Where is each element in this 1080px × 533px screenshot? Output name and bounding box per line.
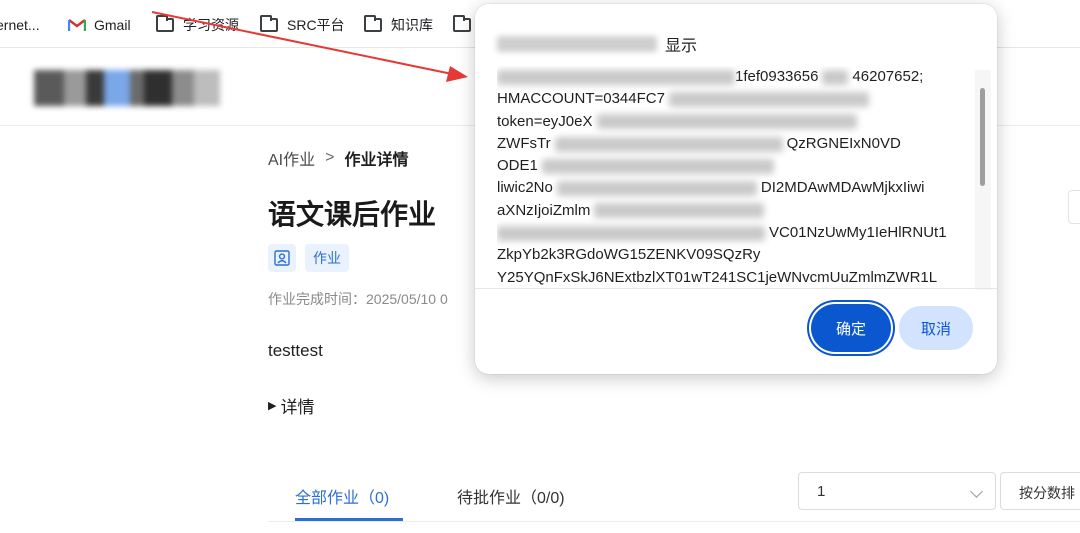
assignment-description: testtest xyxy=(268,341,323,360)
cancel-button[interactable]: 取消 xyxy=(899,306,973,350)
chevron-down-icon xyxy=(970,485,983,498)
ok-button[interactable]: 确定 xyxy=(811,304,891,352)
breadcrumb-current: 作业详情 xyxy=(344,152,409,169)
bookmark-gmail[interactable]: Gmail xyxy=(68,14,131,36)
breadcrumb: AI作业 > 作业详情 xyxy=(268,146,408,170)
message-line: HMACCOUNT=0344FC7 xyxy=(497,88,963,110)
message-line: Y25YQnFxSkJ6NExtbzlXT01wT241SC1jeWNvcmUu… xyxy=(497,268,938,286)
bookmark-folder[interactable]: SRC平台 xyxy=(260,14,345,36)
bookmark-label: ernet... xyxy=(0,17,40,33)
dialog-title: 显示 xyxy=(497,32,697,56)
message-line: token=eyJ0eX xyxy=(497,111,963,133)
dialog-scrollbar[interactable] xyxy=(975,70,991,290)
folder-icon xyxy=(453,15,471,32)
bookmark-label: 学习资源 xyxy=(183,17,239,33)
assignment-tag: 作业 xyxy=(305,244,349,272)
select-value: 1 xyxy=(817,483,826,500)
tab-pending-assignments[interactable]: 待批作业（0/0) xyxy=(457,484,565,508)
bookmark-label: Gmail xyxy=(94,17,131,33)
breadcrumb-parent[interactable]: AI作业 xyxy=(268,146,315,170)
site-logo[interactable] xyxy=(34,70,220,106)
folder-icon xyxy=(260,15,278,32)
side-panel-edge[interactable] xyxy=(1068,190,1080,224)
dialog-message: 1fef0933656 46207652; HMACCOUNT=0344FC7 … xyxy=(497,66,963,288)
dialog-title-suffix: 显示 xyxy=(665,38,698,55)
user-card-icon xyxy=(274,250,290,266)
bookmark-label: SRC平台 xyxy=(287,17,345,33)
breadcrumb-separator: > xyxy=(325,149,335,166)
assignment-type-icon xyxy=(268,244,296,272)
sort-by-score-button[interactable]: 按分数排 xyxy=(1000,472,1080,510)
redacted-origin xyxy=(497,36,657,52)
folder-icon xyxy=(364,15,382,32)
message-line: ODE1 xyxy=(497,155,963,177)
completion-time: 作业完成时间：2025/05/10 0 xyxy=(268,291,448,307)
message-line: ZWFsTr QzRGNEIxN0VD xyxy=(497,134,901,152)
message-line: 1fef0933656 46207652; xyxy=(497,66,963,88)
active-tab-indicator xyxy=(295,518,403,521)
folder-icon xyxy=(156,15,174,32)
message-line: liwic2No DI2MDAwMDAwMjkxIiwi xyxy=(497,179,925,197)
bookmark-label: 知识库 xyxy=(391,17,433,33)
bookmark-folder[interactable]: 知识库 xyxy=(364,14,433,36)
bookmark-folder[interactable]: 学习资源 xyxy=(156,14,239,36)
message-line: aXNzIjoiZmlm xyxy=(497,200,963,222)
page-title: 语文课后作业 xyxy=(268,199,437,230)
dialog-divider xyxy=(475,288,997,289)
caret-right-icon: ▶ xyxy=(268,400,277,412)
alert-dialog: 显示 1fef0933656 46207652; HMACCOUNT=0344F… xyxy=(475,4,997,374)
bookmark-item[interactable]: ernet... xyxy=(0,14,40,36)
tab-all-assignments[interactable]: 全部作业（0) xyxy=(295,484,389,508)
message-line: VC01NzUwMy1IeHlRNUt1 xyxy=(497,222,963,244)
class-select[interactable]: 1 xyxy=(798,472,996,510)
message-line: ZkpYb2k3RGdoWG15ZENKV09SQzRy xyxy=(497,246,761,264)
details-toggle[interactable]: ▶ 详情 xyxy=(268,393,314,418)
gmail-icon xyxy=(68,19,86,31)
scrollbar-thumb[interactable] xyxy=(980,88,985,186)
details-label: 详情 xyxy=(280,398,315,417)
